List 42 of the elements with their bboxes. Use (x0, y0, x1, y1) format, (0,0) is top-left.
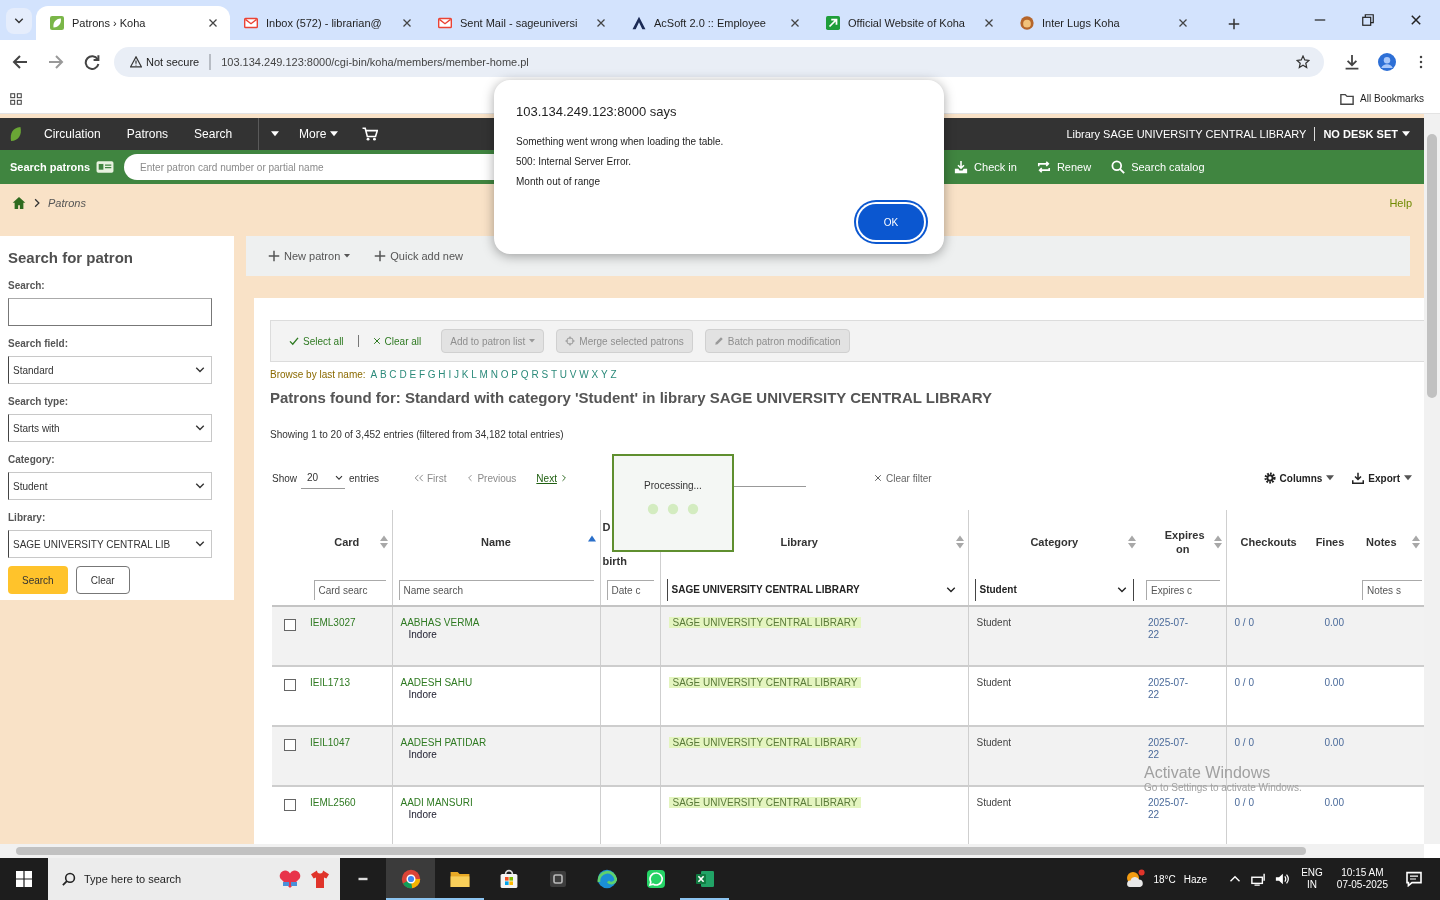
fines-amount: 0.00 (1324, 617, 1344, 628)
processing-text: Processing... (644, 480, 702, 491)
expiry-date: 2025-07-22 (1148, 677, 1190, 701)
library-tag: SAGE UNIVERSITY CENTRAL LIBRARY (668, 737, 862, 748)
dialog-message: 500: Internal Server Error. (516, 155, 633, 169)
dialog-message: Something went wrong when loading the table. (516, 135, 725, 149)
library-tag: SAGE UNIVERSITY CENTRAL LIBRARY (668, 677, 862, 688)
patron-city: Indore (407, 749, 438, 761)
fines-amount: 0.00 (1324, 797, 1344, 808)
checkouts-count: 0 / 0 (1234, 617, 1254, 628)
browse-label: Browse by last name: (270, 368, 366, 382)
field-label: Search field: (8, 338, 70, 350)
field-label: Library: (8, 512, 47, 524)
fines-amount: 0.00 (1324, 737, 1344, 748)
category-text: Student (976, 677, 1011, 688)
breadcrumb-item: Patrons (48, 197, 86, 209)
field-label: Category: (8, 454, 56, 466)
length-label: entries (349, 472, 380, 484)
fines-amount: 0.00 (1324, 677, 1344, 688)
sidebar-title: Search for patron (8, 248, 135, 268)
patron-city: Indore (407, 689, 438, 701)
category-text: Student (976, 617, 1011, 628)
results-heading: Patrons found for: Standard with category 'Student' in library SAGE UNIVERSITY CENTRAL LIBRARY (270, 388, 993, 408)
patron-city: Indore (407, 809, 438, 821)
library-tag: SAGE UNIVERSITY CENTRAL LIBRARY (668, 617, 862, 628)
field-label: Search type: (8, 396, 70, 408)
checkouts-count: 0 / 0 (1234, 677, 1254, 688)
dialog-message: Month out of range (516, 175, 601, 189)
expiry-date: 2025-07-22 (1148, 617, 1190, 641)
library-tag: SAGE UNIVERSITY CENTRAL LIBRARY (668, 797, 862, 808)
dialog-title: 103.134.249.123:8000 says (516, 104, 678, 120)
checkouts-count: 0 / 0 (1234, 737, 1254, 748)
expiry-date: 2025-07-22 (1148, 797, 1190, 821)
category-text: Student (976, 737, 1011, 748)
patron-city: Indore (407, 629, 438, 641)
field-label: Search: (8, 280, 46, 292)
results-info: Showing 1 to 20 of 3,452 entries (filtered from 34,182 total entries) (270, 428, 565, 442)
length-label: Show (272, 472, 297, 484)
activation-notice-title: Activate Windows (1144, 764, 1272, 782)
category-text: Student (976, 797, 1011, 808)
checkouts-count: 0 / 0 (1234, 797, 1254, 808)
expiry-date: 2025-07-22 (1148, 737, 1190, 761)
